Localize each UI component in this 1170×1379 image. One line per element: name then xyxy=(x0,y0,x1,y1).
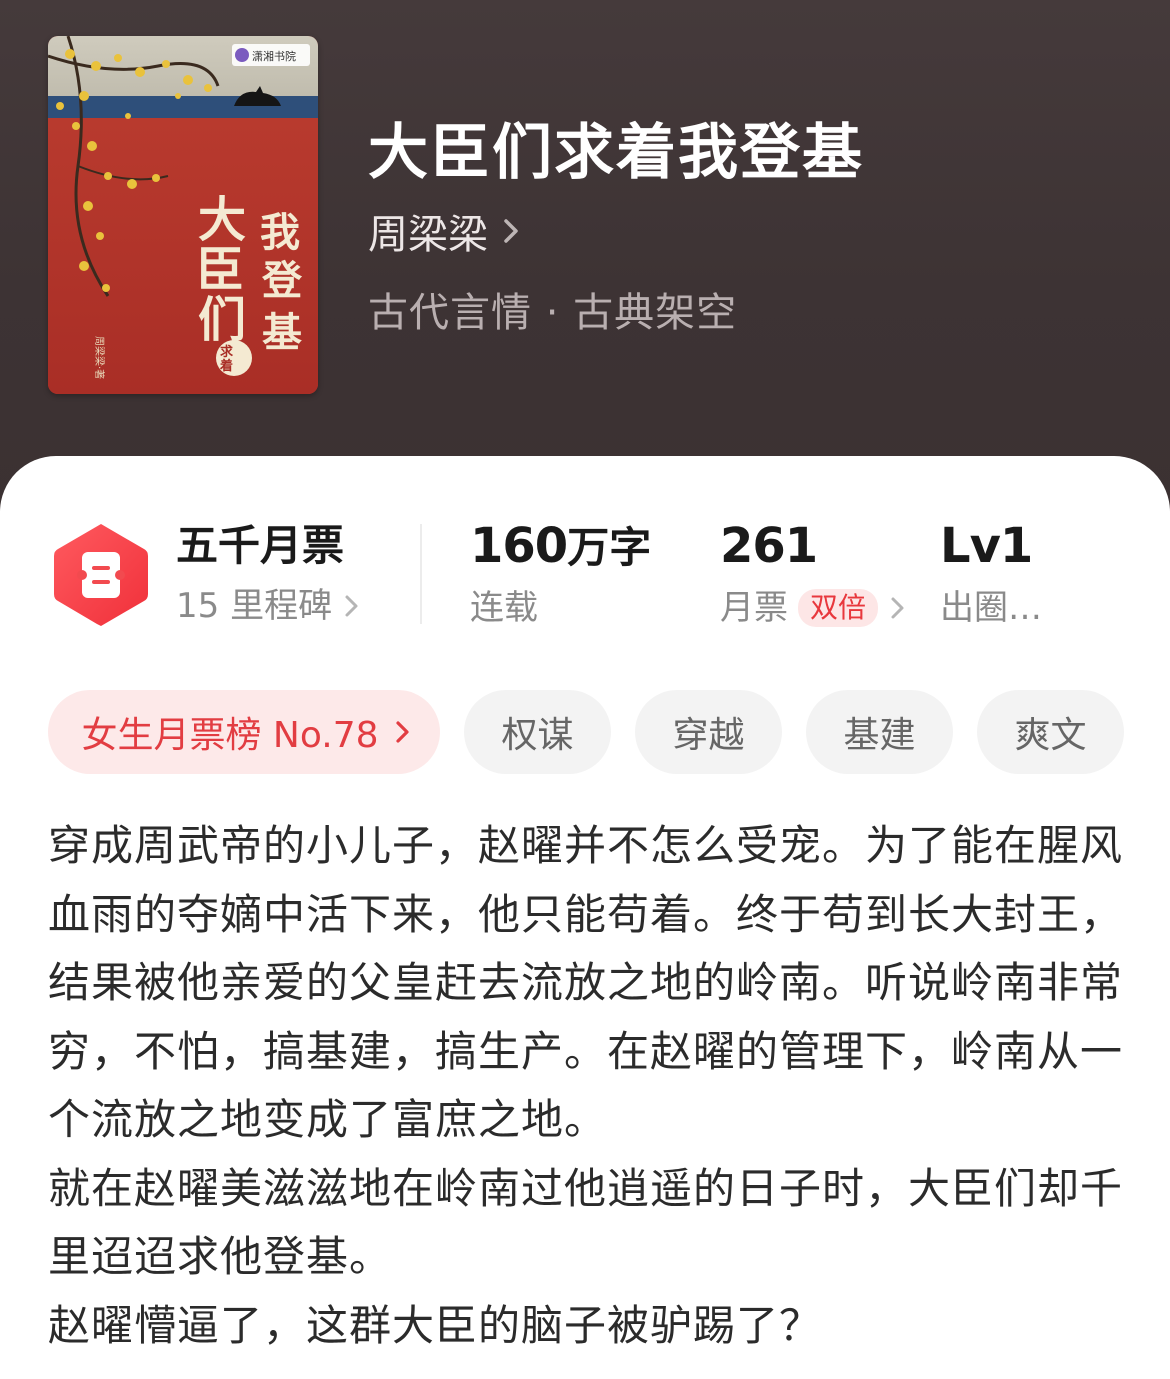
book-title: 大臣们求着我登基 xyxy=(368,118,864,188)
synopsis[interactable]: 穿成周武帝的小儿子，赵曜并不怎么受宠。为了能在腥风血雨的夺嫡中活下来，他只能苟着… xyxy=(48,812,1123,1360)
book-cover-art: 潇湘书院 大 臣 们 我 登 基 求 着 周梁梁·著 xyxy=(48,36,318,394)
tag-item[interactable]: 基建 xyxy=(806,690,953,774)
chevron-right-icon xyxy=(890,592,908,624)
rank-tag[interactable]: 女生月票榜 No.78 xyxy=(48,690,440,774)
synopsis-paragraph: 就在赵曜美滋滋地在岭南过他逍遥的日子时，大臣们却千里迢迢求他登基。 xyxy=(48,1163,1124,1282)
tag-list: 女生月票榜 No.78 权谋 穿越 基建 爽文 xyxy=(48,690,1148,774)
svg-text:臣: 臣 xyxy=(196,242,244,298)
book-detail-card: 五千月票 15 里程碑 160万字 连载 261 月票 双倍 Lv1 出圈… 女… xyxy=(0,456,1170,1379)
chevron-right-icon xyxy=(502,211,524,251)
word-count-unit: 万字 xyxy=(567,523,652,572)
level-value: Lv1 xyxy=(940,518,1033,574)
author-name: 周梁梁 xyxy=(368,212,488,258)
cover-author: 周梁梁·著 xyxy=(93,336,106,379)
ticket-icon xyxy=(52,522,150,628)
svg-text:基: 基 xyxy=(262,309,302,356)
milestone-label: 15 里程碑 xyxy=(176,586,333,626)
monthly-votes-stat[interactable]: 261 月票 双倍 xyxy=(720,520,908,628)
tickets-main: 五千月票 xyxy=(176,521,345,570)
svg-text:大: 大 xyxy=(198,192,246,248)
chevron-right-icon xyxy=(344,590,362,622)
synopsis-paragraph: 赵曜懵逼了，这群大臣的脑子被驴踢了？ xyxy=(48,1300,823,1350)
word-count-stat: 160万字 连载 xyxy=(470,520,651,628)
cover-publisher: 潇湘书院 xyxy=(252,49,296,63)
tag-item[interactable]: 权谋 xyxy=(464,690,611,774)
monthly-votes-label: 月票 xyxy=(720,588,788,628)
level-stat[interactable]: Lv1 出圈… xyxy=(940,520,1042,628)
svg-text:着: 着 xyxy=(219,358,233,374)
serial-status: 连载 xyxy=(470,588,538,628)
stats-bar: 五千月票 15 里程碑 160万字 连载 261 月票 双倍 Lv1 出圈… xyxy=(0,520,1170,630)
svg-text:登: 登 xyxy=(261,257,303,304)
book-cover[interactable]: 潇湘书院 大 臣 们 我 登 基 求 着 周梁梁·著 xyxy=(48,36,318,394)
monthly-votes-value: 261 xyxy=(720,518,818,574)
svg-text:我: 我 xyxy=(260,209,300,256)
stats-divider xyxy=(420,524,422,624)
tag-item[interactable]: 爽文 xyxy=(977,690,1124,774)
double-badge: 双倍 xyxy=(798,589,879,627)
rank-tag-label: 女生月票榜 No.78 xyxy=(81,715,379,756)
svg-text:求: 求 xyxy=(220,344,234,360)
chevron-right-icon xyxy=(395,716,413,748)
level-label: 出圈… xyxy=(940,588,1042,628)
tickets-stat[interactable]: 五千月票 15 里程碑 xyxy=(176,520,362,626)
svg-text:们: 们 xyxy=(198,292,246,348)
word-count-value: 160 xyxy=(470,518,568,574)
milestone-link[interactable]: 15 里程碑 xyxy=(176,586,362,626)
book-header: 潇湘书院 大 臣 们 我 登 基 求 着 周梁梁·著 大臣们求着我登基 周梁梁 … xyxy=(0,0,1170,520)
genre-label: 古代言情 · 古典架空 xyxy=(368,290,738,336)
synopsis-paragraph: 穿成周武帝的小儿子，赵曜并不怎么受宠。为了能在腥风血雨的夺嫡中活下来，他只能苟着… xyxy=(48,821,1124,1144)
tag-item[interactable]: 穿越 xyxy=(635,690,782,774)
author-link[interactable]: 周梁梁 xyxy=(368,202,524,260)
